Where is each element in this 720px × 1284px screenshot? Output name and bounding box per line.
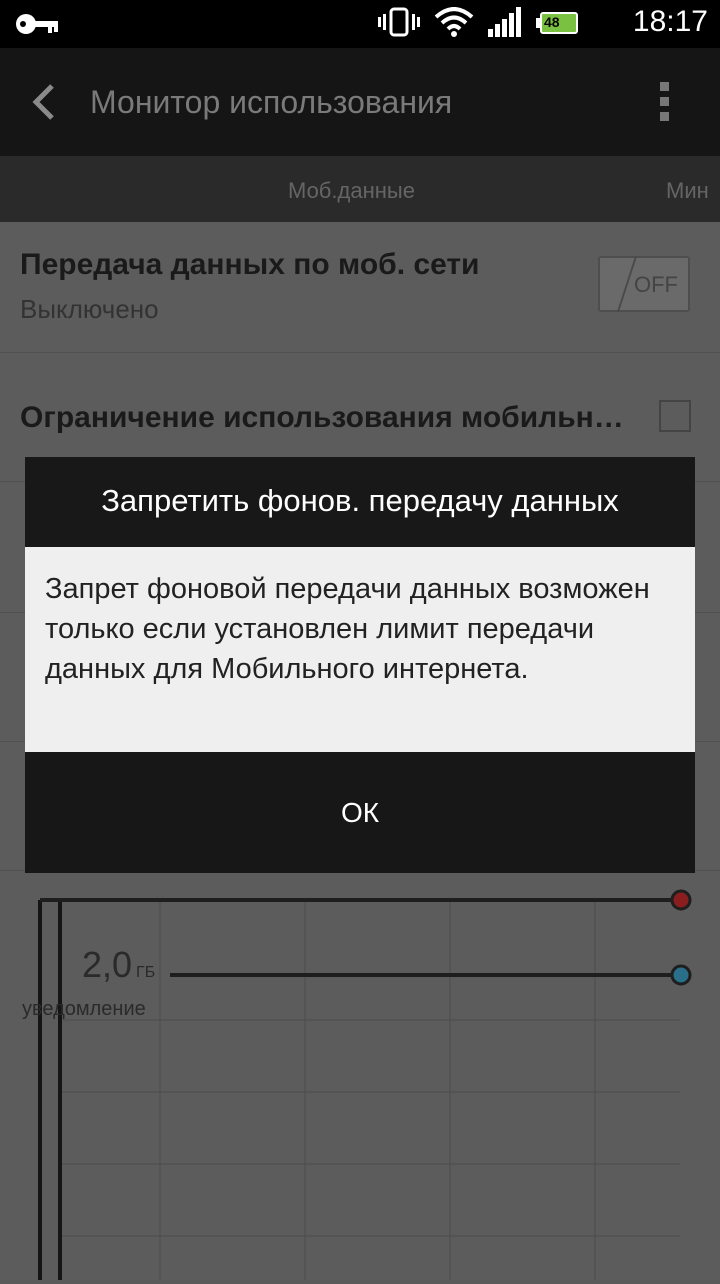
dialog-body: Запрет фоновой передачи данных возможен … <box>25 547 695 752</box>
key-icon <box>14 12 58 40</box>
wifi-icon <box>434 7 474 41</box>
dialog-footer: ОК <box>25 752 695 873</box>
warning-marker[interactable] <box>670 964 692 986</box>
threshold-caption: уведомление <box>22 998 146 1020</box>
mobile-data-title: Передача данных по моб. сети <box>20 248 480 281</box>
usage-chart: 2,0 ГБ уведомление <box>0 872 720 1280</box>
mobile-data-row[interactable]: Передача данных по моб. сети Выключено O… <box>0 222 720 353</box>
overflow-menu-icon[interactable] <box>660 82 672 122</box>
limit-title: Ограничение использования мобильн… <box>20 401 624 434</box>
dialog-title: Запретить фонов. передачу данных <box>101 483 619 518</box>
action-bar: Монитор использования <box>0 48 720 156</box>
mobile-data-subtitle: Выключено <box>20 294 159 324</box>
mobile-data-toggle[interactable]: OFF <box>598 256 690 312</box>
limit-marker[interactable] <box>670 889 692 911</box>
battery-level: 48 <box>544 14 560 30</box>
ok-button[interactable]: ОК <box>25 752 695 873</box>
tab-mobile-data[interactable]: Моб.данные <box>288 178 415 204</box>
signal-icon <box>488 7 522 41</box>
page-title: Монитор использования <box>90 84 453 120</box>
back-icon[interactable] <box>28 82 58 126</box>
tab-next[interactable]: Мин <box>666 178 709 204</box>
vibrate-icon <box>378 7 420 41</box>
usage-chart-graphic <box>38 889 692 1280</box>
status-bar: 48 18:17 <box>0 0 720 48</box>
dialog-message: Запрет фоновой передачи данных возможен … <box>45 573 650 685</box>
restrict-background-data-dialog: Запретить фонов. передачу данных Запрет … <box>25 457 695 873</box>
threshold-unit: ГБ <box>136 964 156 981</box>
battery-icon: 48 <box>536 12 580 36</box>
toggle-label: OFF <box>634 272 678 297</box>
clock: 18:17 <box>632 5 708 38</box>
dialog-header: Запретить фонов. передачу данных <box>25 457 695 547</box>
limit-checkbox[interactable] <box>659 400 691 432</box>
threshold-value: 2,0 ГБ <box>82 944 156 985</box>
tab-bar: Моб.данные Мин <box>0 156 720 222</box>
